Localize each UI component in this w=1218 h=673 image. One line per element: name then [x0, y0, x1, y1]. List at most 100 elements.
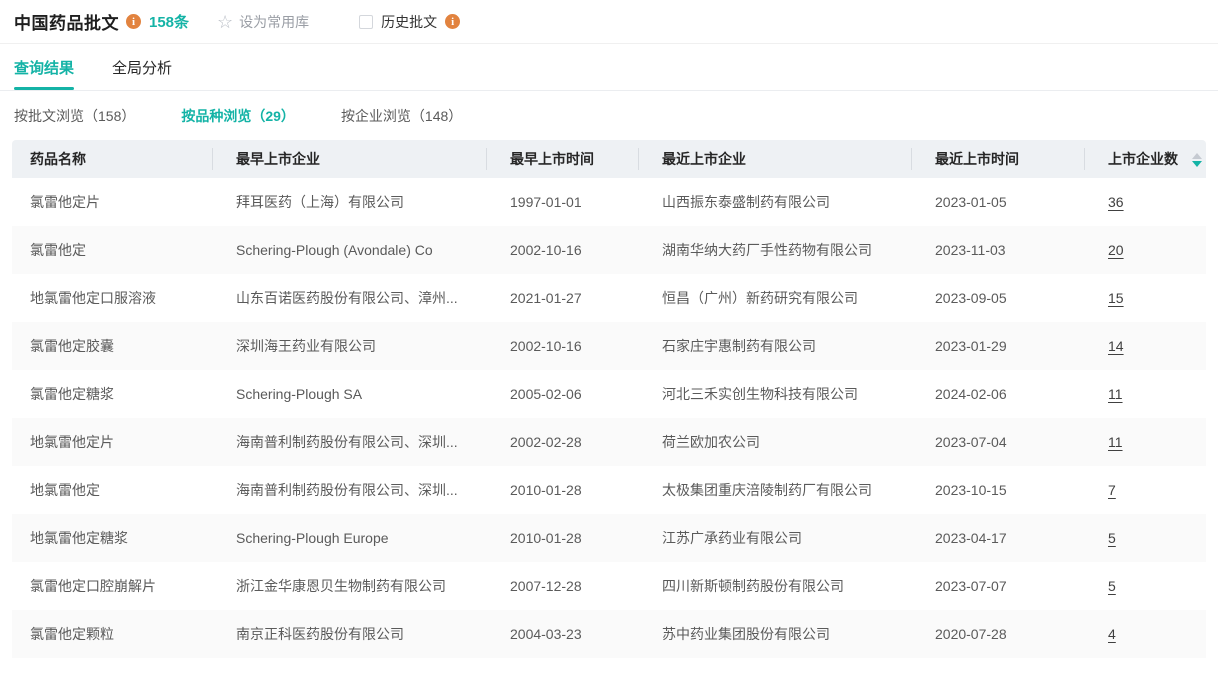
column-header-latest-date: 最近上市时间 [911, 140, 1084, 178]
table-row: 氯雷他定Schering-Plough (Avondale) Co2002-10… [12, 226, 1206, 274]
history-filter: 历史批文 i [359, 12, 460, 32]
latest-date-cell: 2020-07-28 [911, 610, 1084, 658]
sort-asc-icon [1192, 153, 1202, 159]
info-icon[interactable]: i [445, 14, 460, 29]
table-row: 氯雷他定颗粒南京正科医药股份有限公司2004-03-23苏中药业集团股份有限公司… [12, 610, 1206, 658]
column-header-earliest-date: 最早上市时间 [486, 140, 638, 178]
company-count-link[interactable]: 4 [1108, 626, 1116, 642]
company-count-link[interactable]: 5 [1108, 530, 1116, 546]
company-count-cell: 36 [1084, 178, 1206, 226]
latest-company-cell: 江苏广承药业有限公司 [638, 514, 911, 562]
tab-query-results[interactable]: 查询结果 [14, 44, 74, 90]
latest-company-cell: 河北三禾实创生物科技有限公司 [638, 370, 911, 418]
earliest-date-cell: 2002-10-16 [486, 322, 638, 370]
main-tabs: 查询结果 全局分析 [0, 44, 1218, 91]
set-favorite-label: 设为常用库 [239, 12, 309, 32]
earliest-date-cell: 2004-03-23 [486, 610, 638, 658]
subtab-by-variety[interactable]: 按品种浏览（29） [181, 106, 295, 126]
tab-global-analysis[interactable]: 全局分析 [112, 44, 172, 90]
column-header-drug-name: 药品名称 [12, 140, 212, 178]
company-count-link[interactable]: 14 [1108, 338, 1124, 354]
company-count-cell: 14 [1084, 322, 1206, 370]
company-count-cell: 11 [1084, 370, 1206, 418]
company-count-cell: 4 [1084, 610, 1206, 658]
earliest-date-cell: 2002-10-16 [486, 226, 638, 274]
latest-company-cell: 四川新斯顿制药股份有限公司 [638, 562, 911, 610]
latest-date-cell: 2024-02-06 [911, 370, 1084, 418]
company-count-cell: 7 [1084, 466, 1206, 514]
drug-name-cell: 地氯雷他定片 [12, 418, 212, 466]
column-header-company-count-label: 上市企业数 [1108, 151, 1178, 167]
latest-company-cell: 荷兰欧加农公司 [638, 418, 911, 466]
latest-company-cell: 苏中药业集团股份有限公司 [638, 610, 911, 658]
table-row: 氯雷他定胶囊深圳海王药业有限公司2002-10-16石家庄宇惠制药有限公司202… [12, 322, 1206, 370]
table-row: 地氯雷他定口服溶液山东百诺医药股份有限公司、漳州...2021-01-27恒昌（… [12, 274, 1206, 322]
company-count-link[interactable]: 36 [1108, 194, 1124, 210]
history-checkbox[interactable] [359, 15, 373, 29]
earliest-company-cell: Schering-Plough SA [212, 370, 486, 418]
earliest-company-cell: 海南普利制药股份有限公司、深圳... [212, 418, 486, 466]
earliest-date-cell: 1997-01-01 [486, 178, 638, 226]
latest-date-cell: 2023-01-05 [911, 178, 1084, 226]
star-icon: ☆ [217, 13, 233, 31]
company-count-cell: 5 [1084, 514, 1206, 562]
earliest-date-cell: 2010-01-28 [486, 514, 638, 562]
column-header-company-count[interactable]: 上市企业数 [1084, 140, 1206, 178]
earliest-company-cell: 海南普利制药股份有限公司、深圳... [212, 466, 486, 514]
latest-company-cell: 恒昌（广州）新药研究有限公司 [638, 274, 911, 322]
company-count-link[interactable]: 5 [1108, 578, 1116, 594]
earliest-date-cell: 2002-02-28 [486, 418, 638, 466]
latest-date-cell: 2023-09-05 [911, 274, 1084, 322]
page-title: 中国药品批文 [14, 9, 119, 34]
table-row: 地氯雷他定海南普利制药股份有限公司、深圳...2010-01-28太极集团重庆涪… [12, 466, 1206, 514]
drug-name-cell: 地氯雷他定 [12, 466, 212, 514]
table-row: 地氯雷他定片海南普利制药股份有限公司、深圳...2002-02-28荷兰欧加农公… [12, 418, 1206, 466]
table-body: 氯雷他定片拜耳医药（上海）有限公司1997-01-01山西振东泰盛制药有限公司2… [12, 178, 1206, 658]
earliest-company-cell: 深圳海王药业有限公司 [212, 322, 486, 370]
latest-date-cell: 2023-10-15 [911, 466, 1084, 514]
latest-date-cell: 2023-07-04 [911, 418, 1084, 466]
history-label: 历史批文 [381, 12, 437, 32]
drug-name-cell: 氯雷他定片 [12, 178, 212, 226]
column-header-earliest-company: 最早上市企业 [212, 140, 486, 178]
earliest-company-cell: Schering-Plough Europe [212, 514, 486, 562]
earliest-date-cell: 2021-01-27 [486, 274, 638, 322]
drug-name-cell: 氯雷他定胶囊 [12, 322, 212, 370]
company-count-link[interactable]: 7 [1108, 482, 1116, 498]
company-count-cell: 11 [1084, 418, 1206, 466]
sort-icon[interactable] [1192, 153, 1202, 167]
table-row: 氯雷他定片拜耳医药（上海）有限公司1997-01-01山西振东泰盛制药有限公司2… [12, 178, 1206, 226]
earliest-company-cell: 拜耳医药（上海）有限公司 [212, 178, 486, 226]
company-count-cell: 20 [1084, 226, 1206, 274]
table-row: 地氯雷他定糖浆Schering-Plough Europe2010-01-28江… [12, 514, 1206, 562]
latest-date-cell: 2023-07-07 [911, 562, 1084, 610]
latest-company-cell: 湖南华纳大药厂手性药物有限公司 [638, 226, 911, 274]
sort-desc-icon [1192, 161, 1202, 167]
latest-company-cell: 山西振东泰盛制药有限公司 [638, 178, 911, 226]
company-count-cell: 15 [1084, 274, 1206, 322]
subtab-by-approval[interactable]: 按批文浏览（158） [14, 106, 135, 126]
company-count-cell: 5 [1084, 562, 1206, 610]
earliest-company-cell: 浙江金华康恩贝生物制药有限公司 [212, 562, 486, 610]
info-icon[interactable]: i [126, 14, 141, 29]
view-mode-tabs: 按批文浏览（158） 按品种浏览（29） 按企业浏览（148） [0, 91, 1218, 140]
company-count-link[interactable]: 15 [1108, 290, 1124, 306]
drug-name-cell: 氯雷他定 [12, 226, 212, 274]
drug-name-cell: 地氯雷他定糖浆 [12, 514, 212, 562]
latest-company-cell: 石家庄宇惠制药有限公司 [638, 322, 911, 370]
drug-name-cell: 氯雷他定口腔崩解片 [12, 562, 212, 610]
earliest-company-cell: 山东百诺医药股份有限公司、漳州... [212, 274, 486, 322]
earliest-company-cell: 南京正科医药股份有限公司 [212, 610, 486, 658]
company-count-link[interactable]: 11 [1108, 434, 1123, 450]
drug-name-cell: 地氯雷他定口服溶液 [12, 274, 212, 322]
page-header: 中国药品批文 i 158条 ☆ 设为常用库 历史批文 i [0, 0, 1218, 44]
earliest-date-cell: 2005-02-06 [486, 370, 638, 418]
latest-date-cell: 2023-04-17 [911, 514, 1084, 562]
company-count-link[interactable]: 11 [1108, 386, 1123, 402]
column-header-latest-company: 最近上市企业 [638, 140, 911, 178]
company-count-link[interactable]: 20 [1108, 242, 1124, 258]
set-favorite-button[interactable]: ☆ 设为常用库 [217, 12, 309, 32]
results-table: 药品名称 最早上市企业 最早上市时间 最近上市企业 最近上市时间 上市企业数 氯… [12, 140, 1206, 658]
subtab-by-company[interactable]: 按企业浏览（148） [341, 106, 462, 126]
earliest-date-cell: 2010-01-28 [486, 466, 638, 514]
